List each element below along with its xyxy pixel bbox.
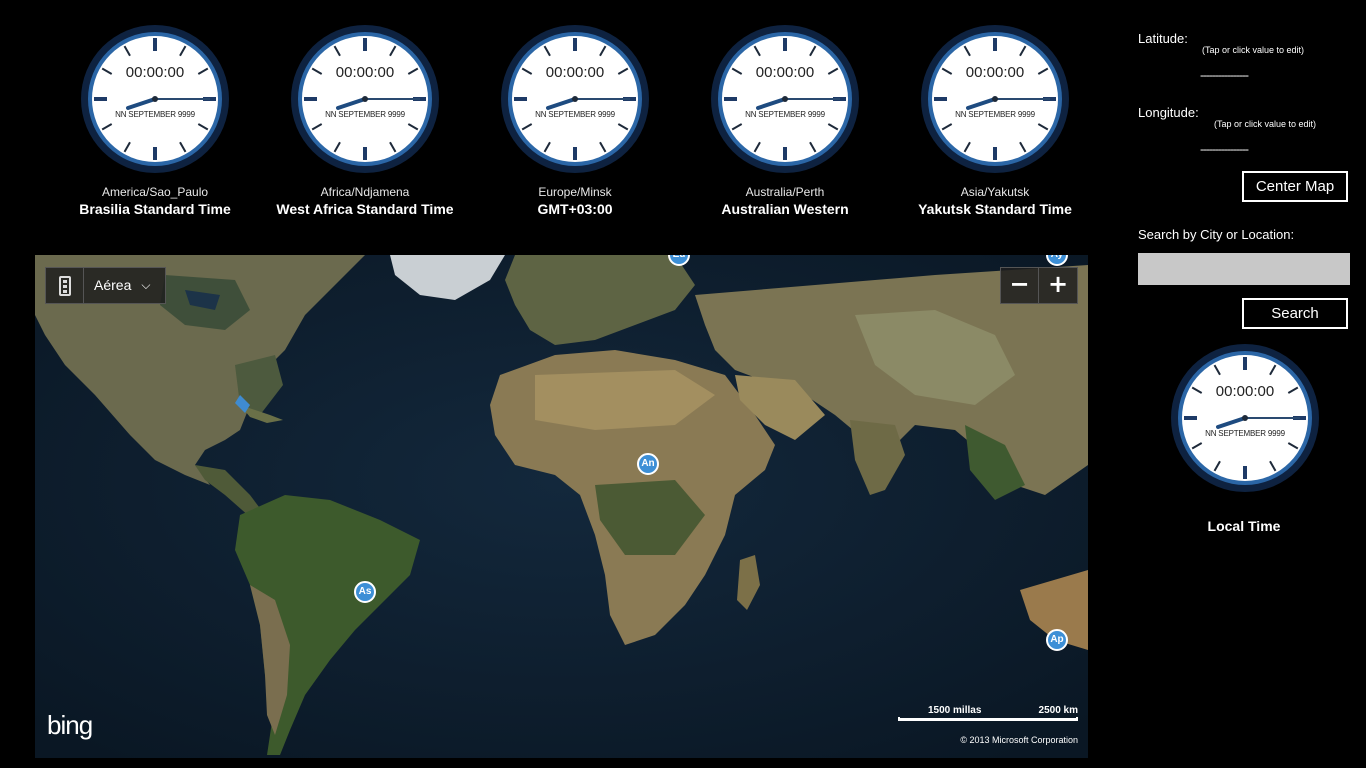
- latitude-label: Latitude:: [1138, 31, 1188, 46]
- local-time-label: Local Time: [1207, 518, 1281, 534]
- clock-face: 00:00:00 NN SEPTEMBER 9999: [290, 24, 440, 174]
- longitude-label: Longitude:: [1138, 105, 1199, 120]
- clock-dial: [501, 25, 649, 173]
- clock-digital-time: 00:00:00: [335, 64, 395, 81]
- map-copyright: © 2013 Microsoft Corporation: [960, 735, 1078, 745]
- clock-digital-time: 00:00:00: [1215, 383, 1275, 400]
- latitude-value[interactable]: ----------------: [1200, 68, 1249, 82]
- clock-face: 00:00:00 NN SEPTEMBER 9999: [500, 24, 650, 174]
- world-clock: 00:00:00 NN SEPTEMBER 9999 Africa/Ndjame…: [260, 24, 470, 234]
- clock-date: NN SEPTEMBER 9999: [955, 110, 1035, 119]
- clock-timezone-id: Europe/Minsk: [538, 185, 612, 199]
- clock-timezone-name: Yakutsk Standard Time: [918, 201, 1072, 217]
- clock-date: NN SEPTEMBER 9999: [1205, 429, 1285, 438]
- chevron-down-icon[interactable]: ⌵: [141, 268, 165, 303]
- map-pin[interactable]: Ap: [1046, 629, 1068, 651]
- clock-timezone-id: Asia/Yakutsk: [960, 185, 1030, 199]
- bing-logo: bing: [47, 710, 93, 740]
- longitude-value[interactable]: ----------------: [1200, 142, 1249, 156]
- map-type-label[interactable]: Aérea: [84, 268, 141, 303]
- clock-date: NN SEPTEMBER 9999: [745, 110, 825, 119]
- clock-face: 00:00:00 NN SEPTEMBER 9999: [920, 24, 1070, 174]
- clock-face: 00:00:00 NN SEPTEMBER 9999: [80, 24, 230, 174]
- clock-digital-time: 00:00:00: [125, 64, 185, 81]
- clock-timezone-id: Africa/Ndjamena: [320, 185, 410, 199]
- world-clock: 00:00:00 NN SEPTEMBER 9999 Asia/Yakutsk …: [890, 24, 1100, 234]
- clock-timezone-name: Brasilia Standard Time: [79, 201, 231, 217]
- world-clock: 00:00:00 NN SEPTEMBER 9999 Australia/Per…: [680, 24, 890, 234]
- scale-bar: [898, 717, 1078, 721]
- clock-dial: [291, 25, 439, 173]
- clock-timezone-name: West Africa Standard Time: [276, 201, 454, 217]
- local-clock: 00:00:00 NN SEPTEMBER 9999: [1170, 343, 1320, 493]
- search-label: Search by City or Location:: [1138, 227, 1295, 242]
- longitude-hint: (Tap or click value to edit): [1214, 119, 1317, 129]
- map-scale: 1500 millas 2500 km: [898, 705, 1078, 721]
- map-pin[interactable]: As: [354, 581, 376, 603]
- latitude-hint: (Tap or click value to edit): [1202, 45, 1305, 55]
- clock-date: NN SEPTEMBER 9999: [115, 110, 195, 119]
- clock-dial: [81, 25, 229, 173]
- clock-dial: [1171, 344, 1319, 492]
- clock-dial: [711, 25, 859, 173]
- world-clock: 00:00:00 NN SEPTEMBER 9999 Europe/Minsk …: [470, 24, 680, 234]
- map-type-selector[interactable]: Aérea ⌵: [45, 267, 167, 304]
- world-map[interactable]: Aérea ⌵ − + An As Ap Eu Ay bing 1500 mil…: [35, 255, 1088, 758]
- map-imagery[interactable]: [35, 255, 1088, 758]
- map-pin[interactable]: An: [637, 453, 659, 475]
- zoom-control[interactable]: − +: [1000, 267, 1078, 304]
- zoom-out-button[interactable]: −: [1001, 268, 1039, 303]
- clock-date: NN SEPTEMBER 9999: [535, 110, 615, 119]
- zoom-in-button[interactable]: +: [1039, 268, 1077, 303]
- center-map-button[interactable]: Center Map: [1242, 171, 1348, 202]
- scale-miles-label: 1500 millas: [928, 705, 982, 716]
- clock-timezone-id: Australia/Perth: [745, 185, 825, 199]
- clock-digital-time: 00:00:00: [545, 64, 605, 81]
- clock-digital-time: 00:00:00: [755, 64, 815, 81]
- scale-km-label: 2500 km: [1038, 705, 1078, 716]
- search-input[interactable]: [1138, 253, 1350, 285]
- clock-dial: [921, 25, 1069, 173]
- clock-face: 00:00:00 NN SEPTEMBER 9999: [710, 24, 860, 174]
- clock-timezone-id: America/Sao_Paulo: [101, 185, 209, 199]
- clock-date: NN SEPTEMBER 9999: [325, 110, 405, 119]
- clock-digital-time: 00:00:00: [965, 64, 1025, 81]
- clock-timezone-name: Australian Western: [721, 201, 849, 217]
- world-clock: 00:00:00 NN SEPTEMBER 9999 America/Sao_P…: [50, 24, 260, 234]
- search-button[interactable]: Search: [1242, 298, 1348, 329]
- traffic-light-icon[interactable]: [46, 268, 84, 303]
- clock-timezone-name: GMT+03:00: [537, 201, 613, 217]
